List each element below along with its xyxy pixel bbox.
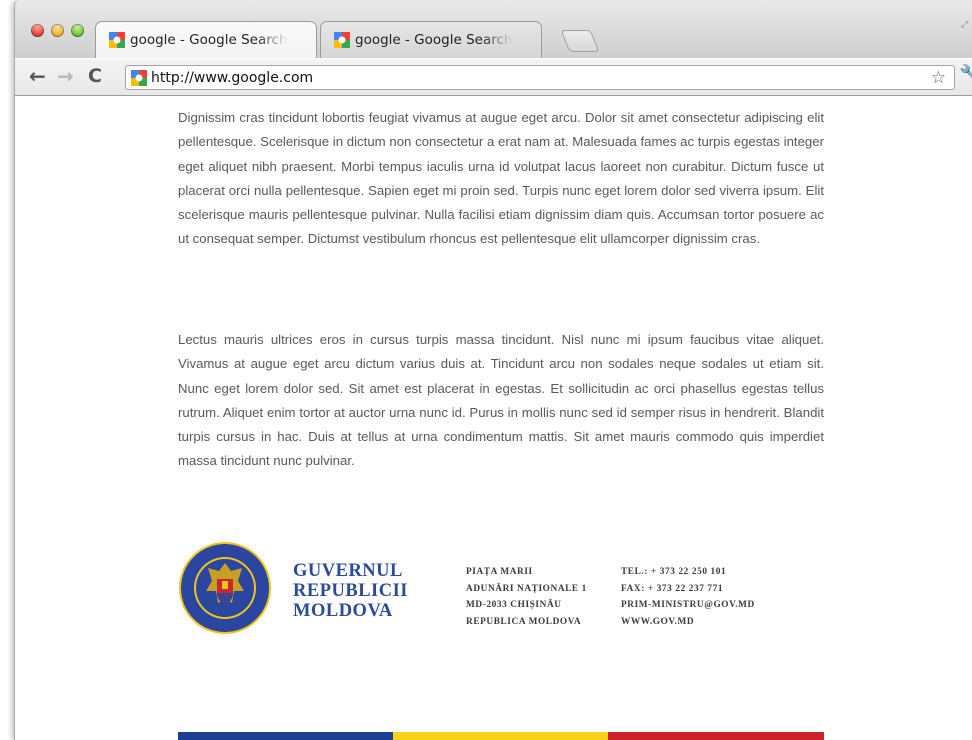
letterhead-footer: GUVERNUL REPUBLICII MOLDOVA PIAȚA MARII … xyxy=(178,541,824,651)
address-line: MD-2033 CHIȘINĂU xyxy=(466,600,562,610)
gov-name-line: REPUBLICII xyxy=(293,581,408,601)
tab-title: google - Google Search \ × xyxy=(130,32,288,48)
google-favicon-icon xyxy=(334,32,350,48)
forward-arrow-icon[interactable]: → xyxy=(57,66,74,86)
flag-stripe-red xyxy=(608,732,824,740)
new-tab-button[interactable] xyxy=(560,30,600,52)
gov-name-line: MOLDOVA xyxy=(293,601,393,621)
government-seal-icon xyxy=(179,542,271,634)
flag-stripe-blue xyxy=(178,732,393,740)
flag-stripe-yellow xyxy=(393,732,608,740)
body-paragraph-2: Lectus mauris ultrices eros in cursus tu… xyxy=(178,332,824,469)
address-line: PIAȚA MARII xyxy=(466,567,533,577)
back-arrow-icon[interactable]: ← xyxy=(29,66,46,86)
government-name: GUVERNUL REPUBLICII MOLDOVA xyxy=(293,561,408,621)
reload-icon[interactable]: C xyxy=(88,66,102,86)
fax-line: FAX: + 373 22 237 771 xyxy=(621,583,724,594)
zoom-window-button[interactable] xyxy=(71,24,84,37)
fullscreen-icon[interactable]: ⤢ xyxy=(961,19,968,30)
phone-line: TEL.: + 373 22 250 101 xyxy=(621,567,727,577)
contact-block: TEL.: + 373 22 250 101 FAX: + 373 22 237… xyxy=(621,564,755,630)
wrench-menu-icon[interactable]: 🔧 xyxy=(959,64,972,85)
google-favicon-icon xyxy=(131,69,147,86)
minimize-window-button[interactable] xyxy=(51,24,64,37)
browser-window: google - Google Search \ × google - Goog… xyxy=(14,0,972,740)
gov-name-line: GUVERNUL xyxy=(293,561,403,581)
tab-google-search-2[interactable]: google - Google Search \ × xyxy=(320,21,542,58)
bookmark-star-icon[interactable]: ☆ xyxy=(931,68,946,88)
close-window-button[interactable] xyxy=(31,24,44,37)
body-paragraph-1: Dignissim cras tincidunt lobortis feugia… xyxy=(178,110,824,247)
address-bar[interactable]: ☆ xyxy=(125,65,955,90)
email-link[interactable]: PRIM-MINISTRU@GOV.MD xyxy=(621,597,755,614)
google-favicon-icon xyxy=(109,32,125,48)
toolbar: ← → C ☆ 🔧 xyxy=(15,58,972,96)
url-input[interactable] xyxy=(151,69,851,86)
tab-title: google - Google Search \ × xyxy=(355,32,513,48)
address-line: REPUBLICA MOLDOVA xyxy=(466,616,582,627)
address-block: PIAȚA MARII ADUNĂRI NAȚIONALE 1 MD-2033 … xyxy=(466,564,587,630)
address-line: ADUNĂRI NAȚIONALE 1 xyxy=(466,583,587,594)
page-content: Dignissim cras tincidunt lobortis feugia… xyxy=(15,96,972,740)
website-link[interactable]: WWW.GOV.MD xyxy=(621,614,755,631)
tab-strip: google - Google Search \ × google - Goog… xyxy=(15,0,972,58)
tab-google-search-1[interactable]: google - Google Search \ × xyxy=(95,21,317,58)
flag-color-strip xyxy=(178,732,824,740)
